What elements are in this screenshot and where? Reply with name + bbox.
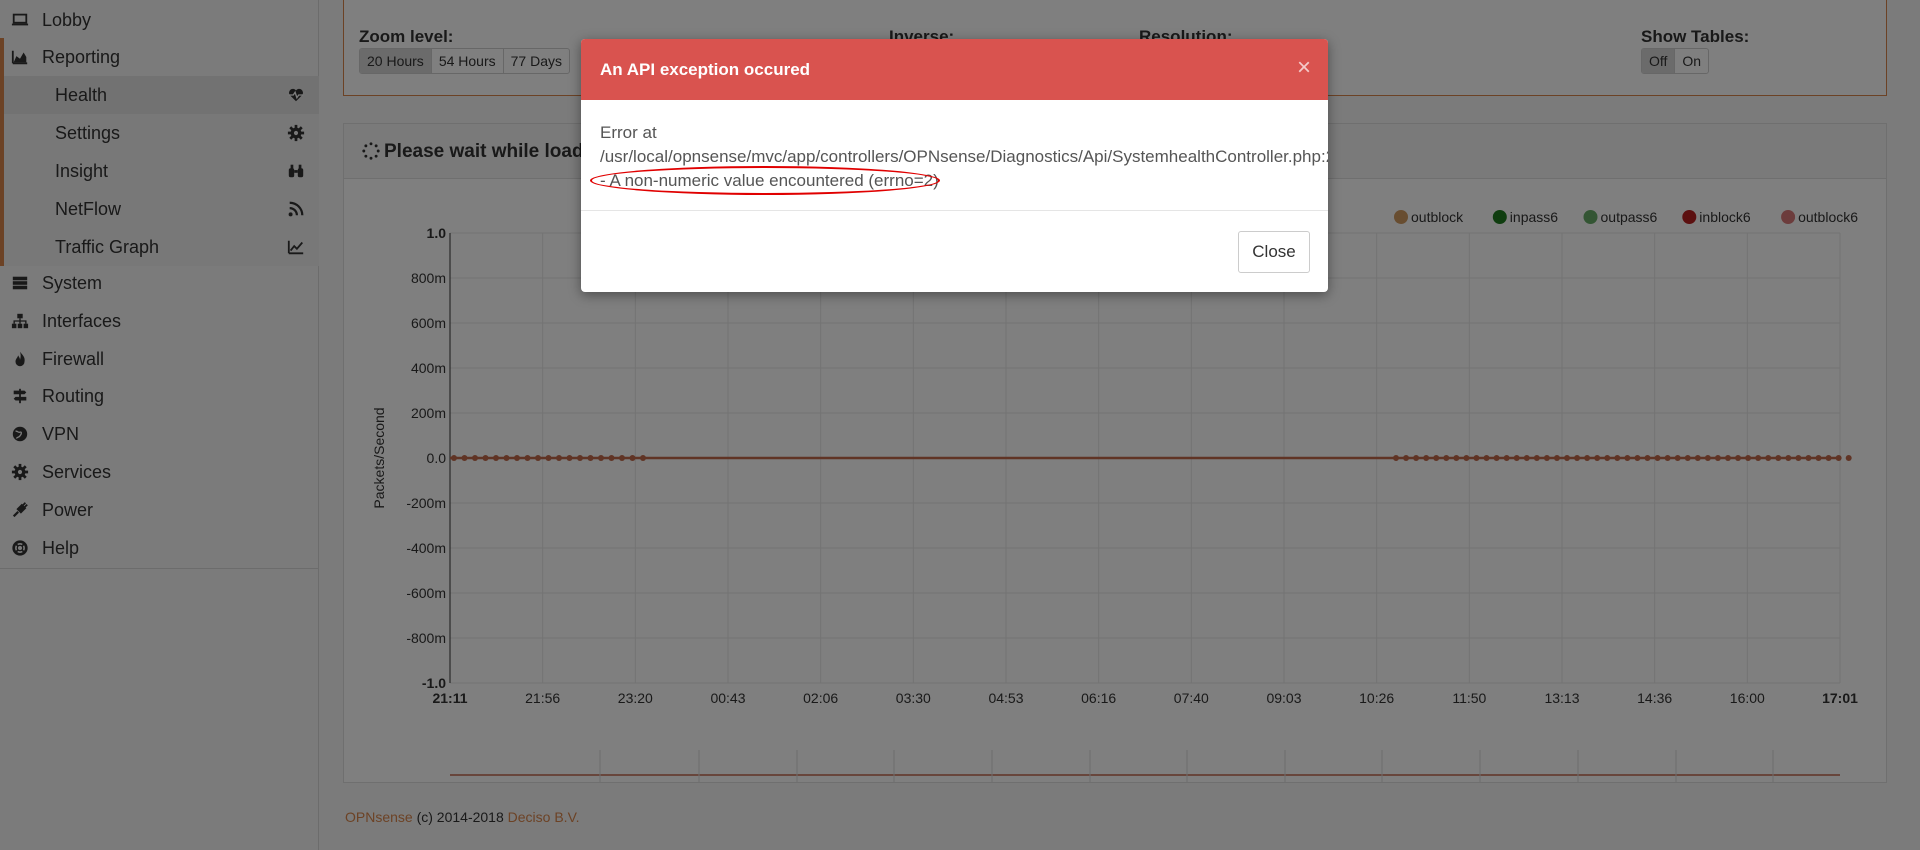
close-icon[interactable]: × [1297, 54, 1311, 82]
close-button[interactable]: Close [1238, 231, 1310, 273]
dialog-header: An API exception occured × [581, 39, 1328, 100]
error-highlight-annotation [590, 166, 940, 195]
error-line-1: Error at [600, 123, 657, 142]
dialog-title: An API exception occured [600, 60, 811, 79]
api-exception-dialog: An API exception occured × Error at /usr… [581, 39, 1328, 292]
dialog-divider [581, 210, 1328, 211]
error-line-2: /usr/local/opnsense/mvc/app/controllers/… [600, 147, 1328, 166]
